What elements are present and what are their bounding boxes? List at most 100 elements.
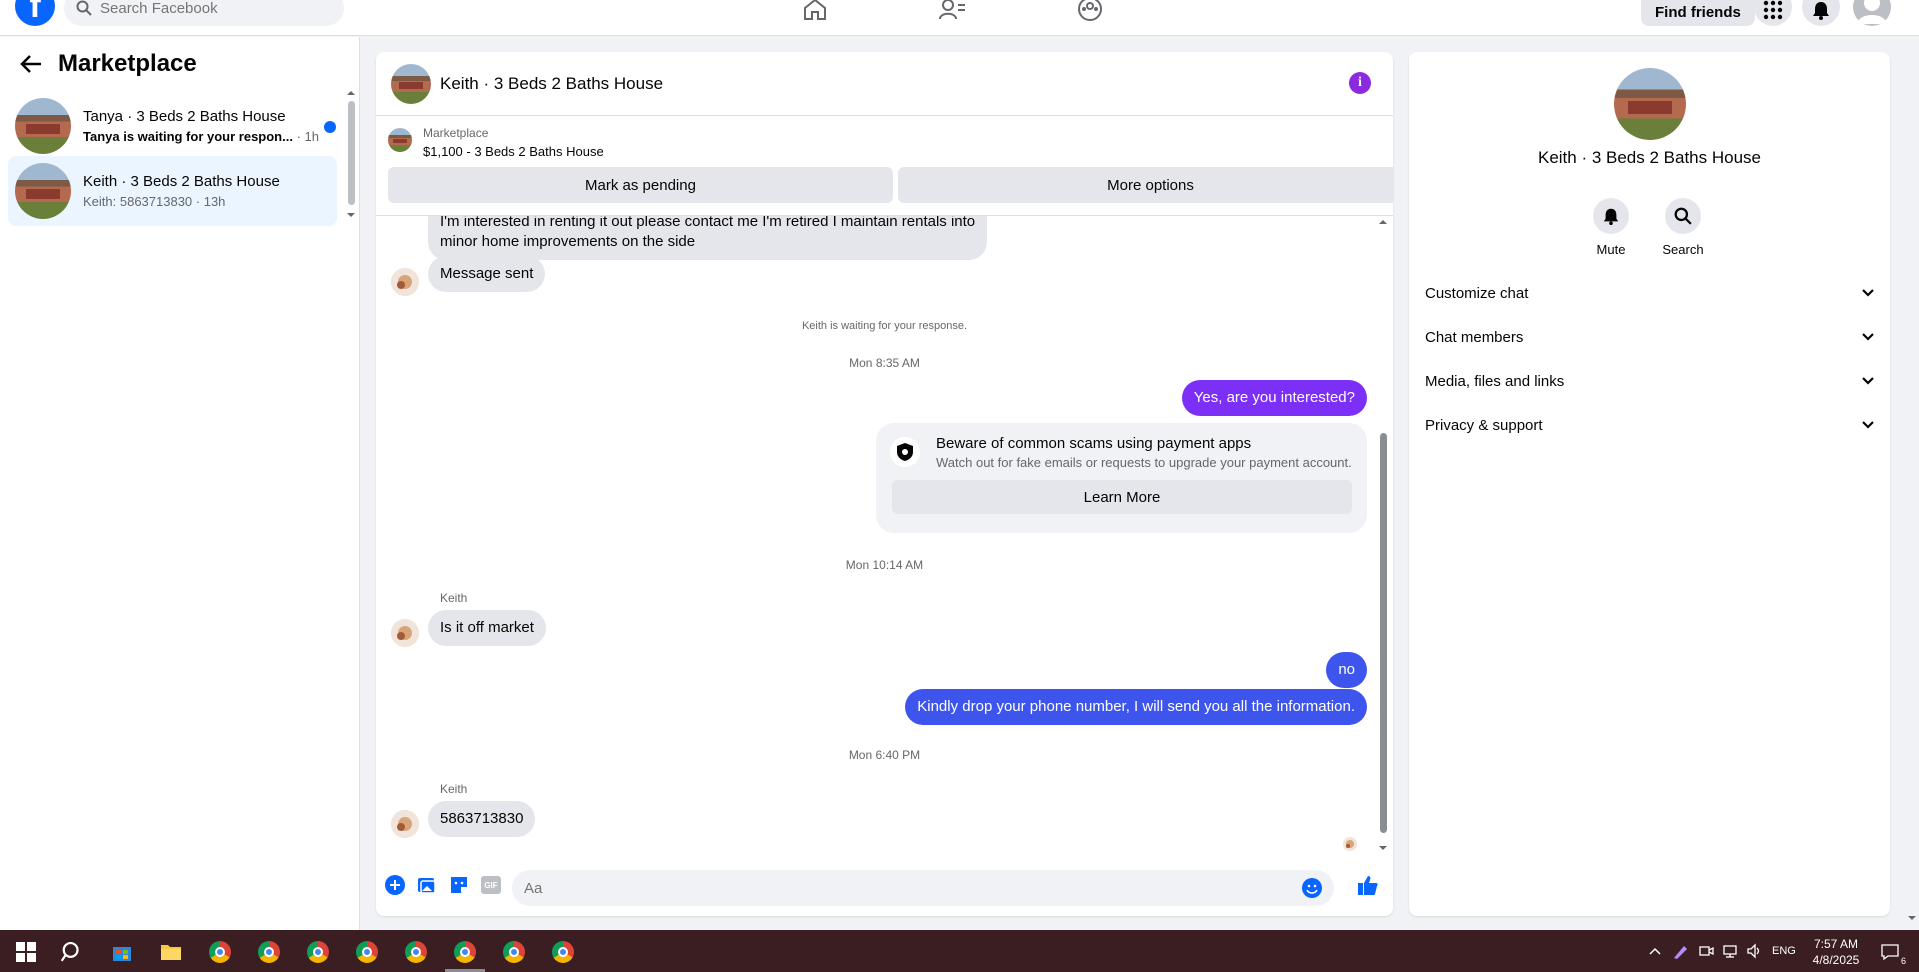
search-input[interactable] [100, 0, 320, 17]
plus-icon[interactable] [384, 874, 406, 896]
customize-chat-row[interactable]: Customize chat [1425, 271, 1875, 315]
waiting-notice: Keith is waiting for your response. [801, 320, 968, 332]
facebook-logo[interactable]: f [15, 0, 55, 26]
friends-icon[interactable] [937, 0, 967, 22]
notification-center-icon[interactable]: 6 [1876, 938, 1906, 966]
left-header: Marketplace [0, 37, 359, 91]
scam-description: Watch out for fake emails or requests to… [936, 455, 1352, 470]
chrome-icon[interactable] [206, 938, 234, 966]
network-icon[interactable] [1722, 943, 1738, 959]
chrome-icon[interactable] [549, 938, 577, 966]
conversation-title: Keith · 3 Beds 2 Baths House [83, 173, 280, 190]
learn-more-button[interactable]: Learn More [892, 480, 1352, 514]
windows-start-icon[interactable] [12, 938, 40, 966]
preview-time: · 13h [195, 194, 226, 209]
search-box[interactable] [64, 0, 344, 26]
taskbar-clock[interactable]: 7:57 AM 4/8/2025 [1808, 936, 1864, 968]
preview-text: Keith: 5863713830 [83, 194, 193, 209]
search-conversation-button[interactable]: Search [1653, 198, 1713, 257]
chrome-icon[interactable] [304, 938, 332, 966]
listing-price[interactable]: $1,100 - 3 Beds 2 Baths House [423, 144, 604, 159]
chevron-down-icon [1862, 377, 1874, 385]
chat-title[interactable]: Keith · 3 Beds 2 Baths House [440, 74, 663, 94]
sticker-icon[interactable] [448, 874, 470, 896]
details-avatar[interactable] [1614, 68, 1686, 140]
gif-icon[interactable]: GIF [480, 874, 502, 896]
chat-thumbnail[interactable] [391, 63, 431, 104]
like-thumb-icon[interactable] [1357, 874, 1379, 896]
chat-members-row[interactable]: Chat members [1425, 315, 1875, 359]
back-arrow-icon[interactable] [20, 54, 42, 74]
taskbar-search-icon[interactable] [58, 938, 86, 966]
conversation-list-scrollbar[interactable] [347, 89, 355, 219]
timestamp: Mon 8:35 AM [849, 356, 920, 370]
message-bubble: I'm interested in renting it out please … [428, 216, 988, 260]
search-label: Search [1662, 242, 1704, 257]
listing-label: Marketplace [423, 126, 489, 140]
menu-grid-button[interactable] [1754, 0, 1792, 26]
keith-avatar[interactable] [391, 268, 419, 296]
logo-letter: f [29, 0, 41, 25]
message-text: Is it off market [440, 619, 534, 636]
photo-icon[interactable] [416, 874, 438, 896]
chevron-up-icon[interactable] [1648, 946, 1662, 956]
conversation-item[interactable]: Tanya · 3 Beds 2 Baths House Tanya is wa… [8, 91, 337, 161]
chevron-down-icon [1862, 421, 1874, 429]
row-label: Privacy & support [1425, 416, 1543, 434]
conversation-preview: Keith: 5863713830 · 13h [83, 194, 323, 209]
meet-icon[interactable] [1698, 943, 1714, 959]
scam-title: Beware of common scams using payment app… [936, 435, 1252, 452]
language-indicator[interactable]: ENG [1772, 945, 1796, 957]
listing-thumbnail[interactable] [388, 128, 412, 152]
chrome-icon[interactable] [353, 938, 381, 966]
mark-as-pending-button[interactable]: Mark as pending [388, 167, 893, 203]
bell-icon [1603, 208, 1619, 225]
notifications-button[interactable] [1802, 0, 1840, 26]
message-line: minor home improvements on the side [440, 233, 696, 250]
chrome-icon[interactable] [451, 938, 479, 966]
keith-avatar[interactable] [391, 619, 419, 647]
mute-label: Mute [1596, 242, 1626, 257]
chat-header: Keith · 3 Beds 2 Baths House i [376, 52, 1393, 116]
groups-icon[interactable] [1075, 0, 1105, 22]
message-input[interactable] [524, 879, 1284, 897]
pen-icon[interactable] [1672, 942, 1690, 960]
chrome-icon[interactable] [255, 938, 283, 966]
row-label: Chat members [1425, 328, 1524, 346]
chat-panel: Keith · 3 Beds 2 Baths House i Marketpla… [376, 52, 1393, 916]
find-friends-button[interactable]: Find friends [1641, 0, 1755, 26]
store-icon[interactable] [108, 938, 136, 966]
privacy-support-row[interactable]: Privacy & support [1425, 403, 1875, 447]
more-options-button[interactable]: More options [898, 167, 1393, 203]
message-line: I'm interested in renting it out please … [440, 216, 976, 230]
conversation-thumbnail [15, 163, 71, 219]
clock-date: 4/8/2025 [1812, 953, 1860, 967]
file-explorer-icon[interactable] [157, 938, 185, 966]
account-avatar[interactable] [1853, 0, 1891, 26]
conversation-thumbnail [15, 98, 71, 154]
listing-banner: Marketplace $1,100 - 3 Beds 2 Baths Hous… [376, 116, 1393, 216]
chat-details-panel: Keith · 3 Beds 2 Baths House Mute Search… [1409, 52, 1890, 916]
keith-avatar[interactable] [391, 810, 419, 838]
search-icon [1674, 207, 1692, 225]
chrome-icon[interactable] [500, 938, 528, 966]
conversation-item[interactable]: Keith · 3 Beds 2 Baths House Keith: 5863… [8, 156, 337, 226]
system-tray: ENG [1648, 930, 1796, 972]
message-text: Message sent [440, 265, 534, 282]
top-navigation-bar: f Find friends [0, 0, 1919, 36]
chat-scrollbar[interactable] [1378, 216, 1388, 856]
home-icon[interactable] [800, 0, 830, 22]
message-input-box[interactable] [512, 870, 1334, 906]
chrome-icon[interactable] [402, 938, 430, 966]
mute-button[interactable]: Mute [1581, 198, 1641, 257]
info-icon[interactable]: i [1349, 72, 1371, 94]
message-text: no [1338, 661, 1355, 678]
message-thread[interactable]: I'm interested in renting it out please … [376, 216, 1393, 856]
page-scrollbar[interactable] [1905, 0, 1919, 930]
bell-icon [1813, 2, 1829, 20]
emoji-icon[interactable] [1302, 878, 1322, 898]
volume-icon[interactable] [1746, 943, 1762, 959]
sender-name: Keith [440, 591, 468, 605]
media-files-links-row[interactable]: Media, files and links [1425, 359, 1875, 403]
details-title: Keith · 3 Beds 2 Baths House [1537, 148, 1762, 167]
